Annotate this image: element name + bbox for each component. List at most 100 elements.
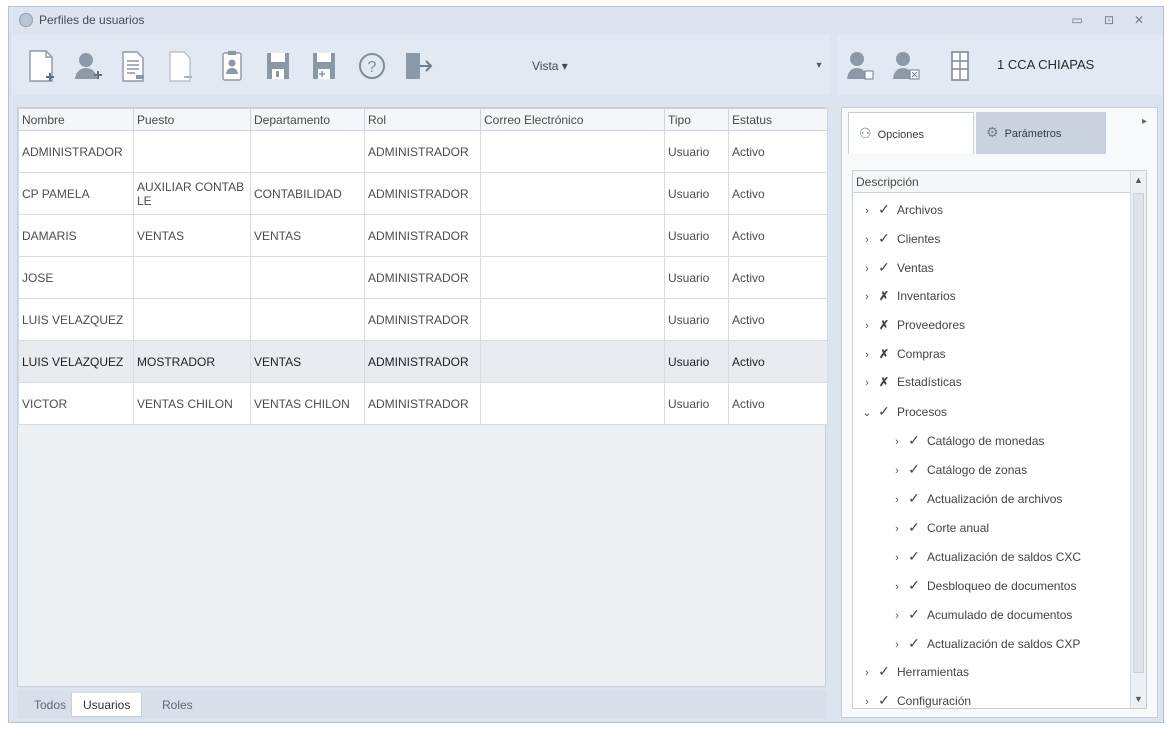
cell-rol[interactable]: ADMINISTRADOR xyxy=(364,298,481,341)
tree-node[interactable]: › ✗ Compras xyxy=(859,340,946,368)
tree-node[interactable]: › ✓ Actualización de saldos CXC xyxy=(889,542,1081,570)
check-icon[interactable]: ✓ xyxy=(905,542,923,570)
col-header-tipo[interactable]: Tipo xyxy=(664,108,729,131)
table-row[interactable]: LUIS VELAZQUEZ ADMINISTRADOR Usuario Activo xyxy=(18,298,828,341)
check-icon[interactable]: ✓ xyxy=(905,629,923,657)
col-header-rol[interactable]: Rol xyxy=(364,108,481,131)
chevron-right-icon[interactable]: › xyxy=(889,515,905,543)
chevron-down-icon[interactable]: ⌄ xyxy=(859,399,875,427)
cell-estatus[interactable]: Activo xyxy=(728,256,828,299)
cell-nombre[interactable]: JOSE xyxy=(18,256,134,299)
check-icon[interactable]: ✓ xyxy=(905,455,923,483)
cell-estatus[interactable]: Activo xyxy=(728,214,828,257)
tree-node[interactable]: › ✓ Desbloqueo de documentos xyxy=(889,571,1076,599)
cell-rol[interactable]: ADMINISTRADOR xyxy=(364,214,481,257)
denied-icon[interactable]: ✗ xyxy=(875,368,893,396)
cell-rol[interactable]: ADMINISTRADOR xyxy=(364,130,481,173)
tree-node[interactable]: › ✓ Configuración xyxy=(859,686,971,708)
chevron-right-icon[interactable]: › xyxy=(859,197,875,225)
cell-nombre[interactable]: ADMINISTRADOR xyxy=(18,130,134,173)
cell-estatus[interactable]: Activo xyxy=(728,130,828,173)
cell-rol[interactable]: ADMINISTRADOR xyxy=(364,172,481,215)
denied-icon[interactable]: ✗ xyxy=(875,340,893,368)
chevron-right-icon[interactable]: › xyxy=(889,457,905,485)
col-header-puesto[interactable]: Puesto xyxy=(133,108,251,131)
tree-node[interactable]: › ✓ Ventas xyxy=(859,253,934,281)
check-icon[interactable]: ✓ xyxy=(905,426,923,454)
col-header-correo[interactable]: Correo Electrónico xyxy=(480,108,665,131)
chevron-right-icon[interactable]: › xyxy=(859,255,875,283)
chevron-right-icon[interactable]: › xyxy=(889,631,905,659)
check-icon[interactable]: ✓ xyxy=(905,600,923,628)
table-row[interactable]: DAMARIS VENTAS VENTAS ADMINISTRADOR Usuario A… xyxy=(18,214,828,257)
chevron-right-icon[interactable]: › xyxy=(859,283,875,311)
tab-opciones[interactable]: ⚇ Opciones xyxy=(848,112,974,154)
scrollbar-thumb[interactable] xyxy=(1133,193,1144,673)
user-remove-icon[interactable] xyxy=(891,49,921,83)
check-icon[interactable]: ✓ xyxy=(905,484,923,512)
tree-node[interactable]: › ✗ Proveedores xyxy=(859,311,965,339)
close-icon[interactable]: ✕ xyxy=(1131,12,1147,28)
cell-tipo[interactable]: Usuario xyxy=(664,256,729,299)
check-icon[interactable]: ✓ xyxy=(875,657,893,685)
tab-roles[interactable]: Roles xyxy=(151,693,204,717)
maximize-icon[interactable]: ⊡ xyxy=(1101,12,1117,28)
cell-nombre[interactable]: VICTOR xyxy=(18,382,134,425)
cell-rol[interactable]: ADMINISTRADOR xyxy=(364,382,481,425)
cell-puesto[interactable]: VENTAS xyxy=(133,214,251,257)
check-icon[interactable]: ✓ xyxy=(875,195,893,223)
cell-departamento[interactable]: CONTABILIDAD xyxy=(250,172,365,215)
cell-nombre[interactable]: LUIS VELAZQUEZ xyxy=(18,340,134,383)
cell-puesto[interactable] xyxy=(133,130,251,173)
tree-node[interactable]: › ✓ Catálogo de zonas xyxy=(889,455,1027,483)
cell-correo[interactable] xyxy=(480,172,665,215)
cell-tipo[interactable]: Usuario xyxy=(664,214,729,257)
tab-parametros[interactable]: ⚙ Parámetros xyxy=(976,112,1106,154)
cell-tipo[interactable]: Usuario xyxy=(664,172,729,215)
chevron-right-icon[interactable]: › xyxy=(889,573,905,601)
tree-scrollbar[interactable]: ▲ ▼ xyxy=(1130,171,1146,708)
cell-correo[interactable] xyxy=(480,382,665,425)
cell-departamento[interactable]: VENTAS xyxy=(250,214,365,257)
table-row[interactable]: LUIS VELAZQUEZ MOSTRADOR VENTAS ADMINISTRAD… xyxy=(18,340,828,383)
save-icon[interactable] xyxy=(262,49,294,83)
tree-node[interactable]: › ✓ Catálogo de monedas xyxy=(889,426,1044,454)
denied-icon[interactable]: ✗ xyxy=(875,282,893,310)
add-user-icon[interactable] xyxy=(72,49,104,83)
new-document-icon[interactable] xyxy=(26,49,58,83)
view-menu[interactable]: Vista ▾ xyxy=(532,59,568,73)
cell-puesto[interactable] xyxy=(133,256,251,299)
chevron-right-icon[interactable]: › xyxy=(859,659,875,687)
cell-nombre[interactable]: LUIS VELAZQUEZ xyxy=(18,298,134,341)
tree-node[interactable]: › ✓ Herramientas xyxy=(859,657,969,685)
chevron-right-icon[interactable]: › xyxy=(889,544,905,572)
tree-node[interactable]: › ✓ Corte anual xyxy=(889,513,989,541)
cell-puesto[interactable]: VENTAS CHILON xyxy=(133,382,251,425)
tree-node[interactable]: › ✓ Clientes xyxy=(859,224,940,252)
chevron-right-icon[interactable]: › xyxy=(859,688,875,708)
tree-node[interactable]: › ✓ Actualización de archivos xyxy=(889,484,1062,512)
table-row[interactable]: CP PAMELA AUXILIAR CONTABLE CONTABILIDAD AD… xyxy=(18,172,828,215)
denied-icon[interactable]: ✗ xyxy=(875,311,893,339)
cell-estatus[interactable]: Activo xyxy=(728,172,828,215)
check-icon[interactable]: ✓ xyxy=(905,513,923,541)
cell-estatus[interactable]: Activo xyxy=(728,298,828,341)
cell-departamento[interactable] xyxy=(250,256,365,299)
cell-tipo[interactable]: Usuario xyxy=(664,298,729,341)
save-as-icon[interactable] xyxy=(308,49,340,83)
cell-correo[interactable] xyxy=(480,256,665,299)
check-icon[interactable]: ✓ xyxy=(905,571,923,599)
cell-estatus[interactable]: Activo xyxy=(728,340,828,383)
scroll-down-icon[interactable]: ▼ xyxy=(1134,694,1143,704)
chevron-right-icon[interactable]: › xyxy=(889,428,905,456)
cell-departamento[interactable] xyxy=(250,130,365,173)
chevron-right-icon[interactable]: › xyxy=(859,341,875,369)
cell-puesto[interactable] xyxy=(133,298,251,341)
delete-document-icon[interactable] xyxy=(164,49,196,83)
tab-usuarios[interactable]: Usuarios xyxy=(71,693,143,717)
cell-correo[interactable] xyxy=(480,340,665,383)
chevron-right-icon[interactable]: › xyxy=(889,486,905,514)
cell-puesto[interactable]: MOSTRADOR xyxy=(133,340,251,383)
cell-correo[interactable] xyxy=(480,130,665,173)
chevron-right-icon[interactable]: › xyxy=(889,602,905,630)
